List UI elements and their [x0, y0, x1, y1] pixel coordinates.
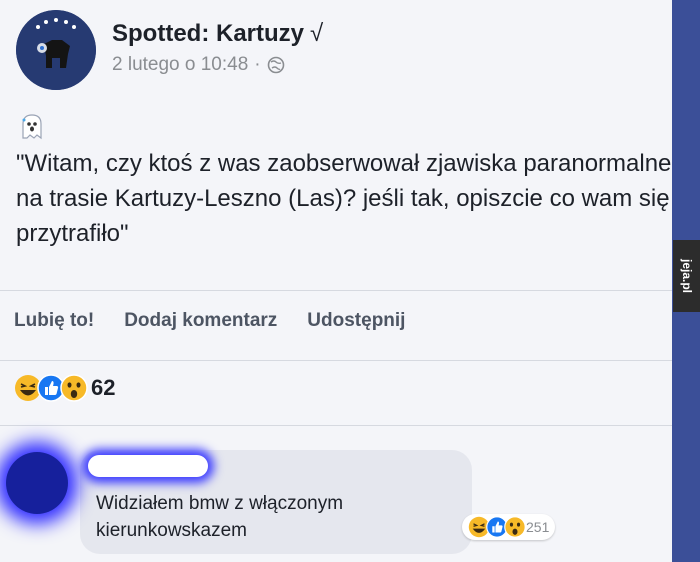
verified-icon: √: [310, 20, 324, 47]
watermark: jeja.pl: [673, 240, 700, 312]
like-button[interactable]: Lubię to!: [14, 310, 94, 332]
reactions-summary[interactable]: 62: [14, 374, 115, 402]
page-logo-icon: [16, 10, 96, 90]
globe-icon: [267, 56, 284, 74]
page-avatar[interactable]: [16, 10, 96, 90]
post-text: "Witam, czy ktoś z was zaobserwował zjaw…: [16, 150, 672, 247]
ghost-emoji: [18, 112, 46, 145]
comment-reactions[interactable]: 251: [462, 514, 556, 540]
comment-text: Widziałem bmw z włączonym kierunkowskaze…: [96, 493, 344, 541]
comment-reaction-count: 251: [526, 519, 550, 535]
meta-separator: ·: [254, 54, 261, 75]
commenter-name-censored: [88, 455, 208, 477]
divider: [0, 290, 672, 291]
share-button[interactable]: Udostępnij: [307, 310, 405, 332]
page-name[interactable]: Spotted: Kartuzy √: [112, 20, 323, 48]
page-name-text[interactable]: Spotted: Kartuzy: [112, 20, 304, 47]
reaction-count: 62: [91, 375, 116, 400]
post-card: Spotted: Kartuzy √ 2 lutego o 10:48 · "Wi…: [0, 0, 672, 562]
divider: [0, 425, 672, 426]
post-meta: 2 lutego o 10:48 ·: [112, 54, 285, 76]
divider: [0, 360, 672, 361]
post-timestamp[interactable]: 2 lutego o 10:48: [112, 54, 248, 76]
watermark-text: jeja.pl: [679, 258, 694, 294]
wow-icon: [60, 374, 88, 402]
post-actions: Lubię to! Dodaj komentarz Udostępnij: [14, 310, 405, 332]
commenter-avatar[interactable]: [6, 452, 68, 514]
wow-icon: [504, 516, 526, 538]
comment-button[interactable]: Dodaj komentarz: [124, 310, 277, 332]
